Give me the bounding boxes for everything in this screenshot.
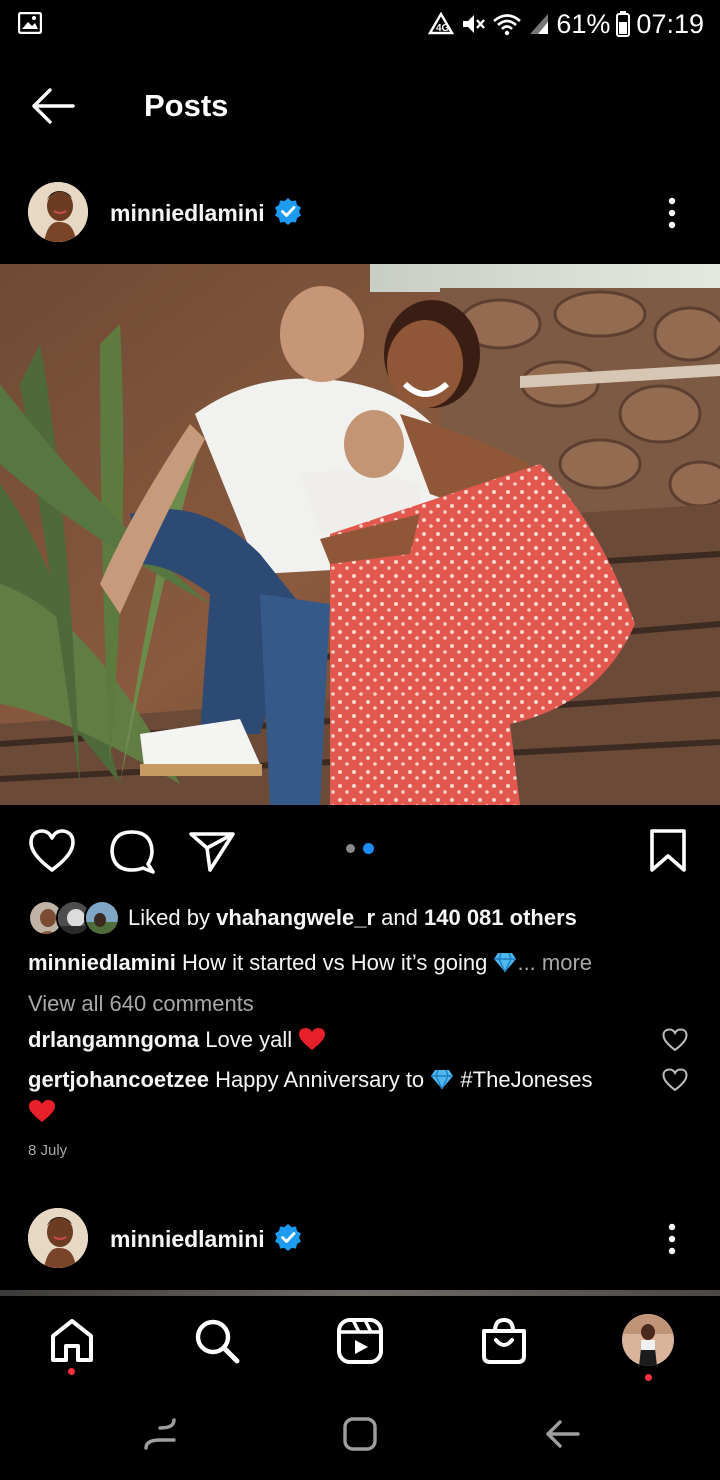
home-notification-dot [68,1368,75,1375]
comment-username[interactable]: drlangamngoma [28,1027,199,1052]
action-bar [0,822,720,880]
recent-apps-icon[interactable] [140,1414,180,1454]
carousel-indicator [346,843,374,854]
reels-icon[interactable] [335,1316,385,1366]
comment-icon[interactable] [108,828,156,874]
caption-username[interactable]: minniedlamini [28,950,176,975]
diamond-icon [430,1067,454,1092]
battery-icon [616,11,631,37]
liker-avatars [28,900,120,936]
liker-username[interactable]: vhahangwele_r [216,905,375,930]
carousel-dot-active [363,843,374,854]
comment-text: Happy Anniversary to [215,1067,425,1092]
svg-text:4G: 4G [436,23,450,34]
more-icon[interactable] [660,196,684,232]
signal-icon [528,12,550,36]
shop-icon[interactable] [479,1316,529,1366]
comment-item: gertjohancoetzee Happy Anniversary to #T… [28,1064,648,1128]
comment-text: Love yall [205,1027,293,1052]
mute-icon [460,12,486,36]
system-back-icon[interactable] [542,1414,582,1454]
status-time: 07:19 [636,8,704,39]
likes-count[interactable]: 140 081 others [424,905,577,930]
carousel-dot [346,844,355,853]
profile-notification-dot [645,1374,652,1381]
likes-row[interactable]: Liked by vhahangwele_r and 140 081 other… [28,900,577,936]
red-heart-icon [28,1099,56,1124]
status-bar: 4G 61% 07:19 [0,0,720,50]
page-title: Posts [144,88,229,123]
comment-hashtag[interactable]: #TheJoneses [460,1067,592,1092]
post-date: 8 July [28,1142,68,1159]
diamond-icon [493,950,517,975]
profile-icon[interactable] [622,1314,674,1366]
share-icon[interactable] [188,828,236,874]
caption-text: How it started vs How it’s going [182,950,488,975]
back-arrow-icon[interactable] [28,86,84,130]
wifi-icon [492,12,522,36]
more-icon[interactable] [660,1222,684,1258]
gallery-notification-icon [17,11,43,39]
verified-icon [274,1223,302,1256]
like-comment-heart-icon[interactable] [662,1068,688,1092]
likes-middle: and [381,905,418,930]
home-button-icon[interactable] [340,1414,380,1454]
app-header: Posts [0,70,720,146]
post-photo[interactable] [0,264,720,805]
avatar[interactable] [28,1208,88,1268]
data-saver-icon: 4G [428,12,455,36]
caption-more[interactable]: ... more [517,950,592,975]
avatar[interactable] [28,182,88,242]
post-username[interactable]: minniedlamini [110,200,265,227]
view-all-comments[interactable]: View all 640 comments [28,991,254,1017]
home-icon[interactable] [47,1316,97,1366]
bottom-nav [0,1296,720,1388]
liker-avatar [84,900,120,936]
post-username[interactable]: minniedlamini [110,1226,265,1253]
bookmark-icon[interactable] [646,828,694,874]
like-comment-heart-icon[interactable] [662,1028,688,1052]
heart-icon[interactable] [28,828,76,874]
next-post-header: minniedlamini [0,1198,720,1278]
search-icon[interactable] [192,1316,242,1366]
red-heart-icon [298,1027,326,1052]
comment-username[interactable]: gertjohancoetzee [28,1067,209,1092]
verified-icon [274,197,302,230]
android-nav-bar [0,1390,720,1480]
caption[interactable]: minniedlamini How it started vs How it’s… [28,950,592,976]
post-header: minniedlamini [0,172,720,252]
battery-percentage: 61% [556,8,611,39]
comment-item: drlangamngoma Love yall [28,1024,648,1056]
likes-prefix: Liked by [128,905,210,930]
